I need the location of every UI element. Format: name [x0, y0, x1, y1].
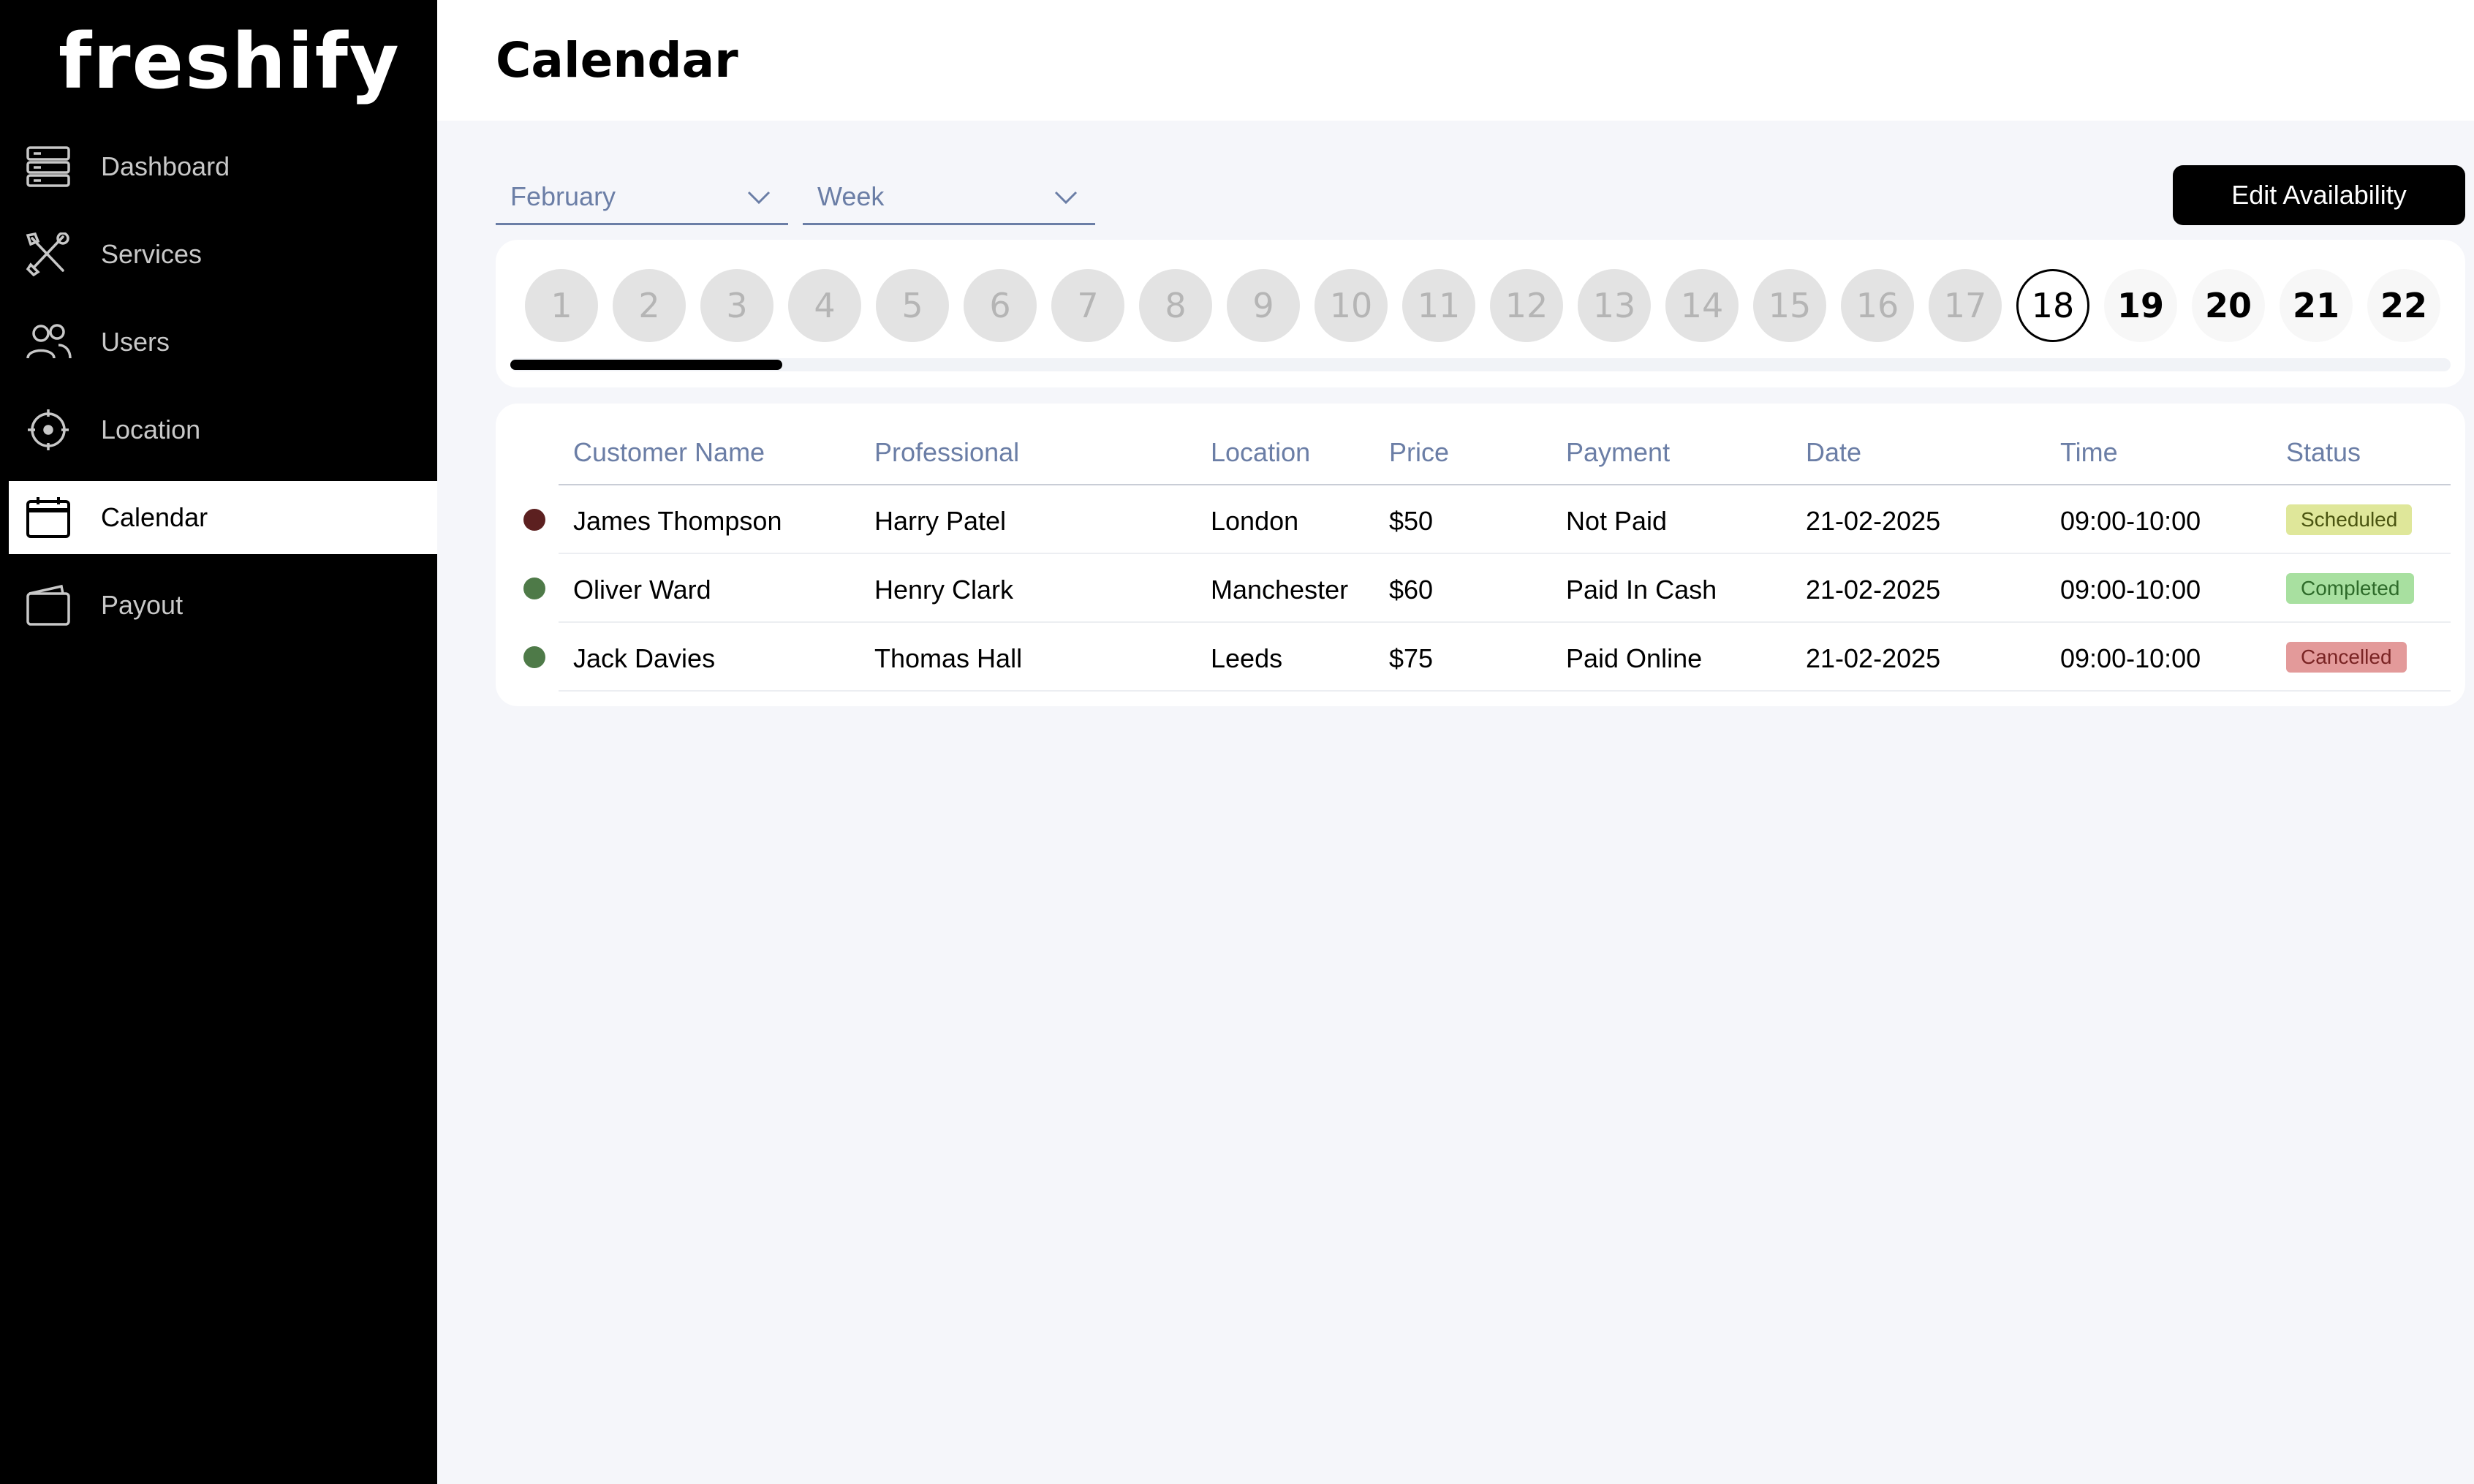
status-badge: Scheduled — [2286, 504, 2413, 535]
location-name: Manchester — [1211, 575, 1349, 605]
table-row[interactable]: Jack Davies Thomas Hall Leeds $75 Paid O… — [496, 623, 2465, 692]
sidebar-item-payout[interactable]: Payout — [9, 569, 437, 642]
day-7[interactable]: 7 — [1051, 269, 1124, 342]
column-header-professional[interactable]: Professional — [874, 437, 1019, 468]
day-19[interactable]: 19 — [2104, 269, 2177, 342]
app-logo[interactable]: freshify — [58, 18, 401, 105]
sidebar-item-location[interactable]: Location — [9, 393, 437, 466]
sidebar-item-calendar[interactable]: Calendar — [9, 481, 437, 554]
day-14[interactable]: 14 — [1665, 269, 1739, 342]
day-strip: 1 2 3 4 5 6 7 8 9 10 11 12 13 14 15 16 17 18 19 20 21 22 — [496, 240, 2465, 387]
customer-name: James Thompson — [573, 506, 782, 536]
tools-icon — [26, 232, 69, 276]
time-value: 09:00-10:00 — [2060, 643, 2201, 673]
location-name: London — [1211, 506, 1299, 536]
day-5[interactable]: 5 — [876, 269, 949, 342]
table-row[interactable]: James Thompson Harry Patel London $50 No… — [496, 485, 2465, 554]
status-dot — [523, 509, 545, 531]
wallet-icon — [26, 584, 70, 626]
day-10[interactable]: 10 — [1314, 269, 1388, 342]
professional-name: Thomas Hall — [874, 643, 1023, 673]
view-select-value: Week — [817, 181, 885, 211]
edit-availability-button[interactable]: Edit Availability — [2173, 165, 2465, 225]
column-header-date[interactable]: Date — [1806, 437, 1861, 468]
page-header: Calendar — [437, 0, 2474, 121]
day-4[interactable]: 4 — [788, 269, 861, 342]
status-dot — [523, 578, 545, 599]
time-value: 09:00-10:00 — [2060, 506, 2201, 536]
price-value: $75 — [1389, 643, 1434, 673]
column-header-status[interactable]: Status — [2286, 437, 2361, 468]
price-value: $50 — [1389, 506, 1434, 536]
month-select[interactable]: February — [496, 170, 788, 225]
date-value: 21-02-2025 — [1806, 643, 1941, 673]
day-18[interactable]: 18 — [2016, 269, 2089, 342]
chevron-down-icon — [1054, 191, 1078, 205]
sidebar-item-label: Dashboard — [101, 151, 230, 181]
dashboard-icon — [26, 146, 70, 187]
date-value: 21-02-2025 — [1806, 506, 1941, 536]
price-value: $60 — [1389, 575, 1434, 605]
day-8[interactable]: 8 — [1139, 269, 1212, 342]
month-select-value: February — [510, 181, 616, 211]
customer-name: Jack Davies — [573, 643, 716, 673]
column-header-location[interactable]: Location — [1211, 437, 1310, 468]
status-badge: Cancelled — [2286, 642, 2407, 673]
column-header-time[interactable]: Time — [2060, 437, 2118, 468]
day-13[interactable]: 13 — [1578, 269, 1651, 342]
day-17[interactable]: 17 — [1929, 269, 2002, 342]
calendar-icon — [26, 497, 70, 538]
day-20[interactable]: 20 — [2192, 269, 2265, 342]
day-21[interactable]: 21 — [2280, 269, 2353, 342]
day-11[interactable]: 11 — [1402, 269, 1475, 342]
day-22[interactable]: 22 — [2367, 269, 2440, 342]
location-target-icon — [28, 409, 69, 450]
sidebar-item-dashboard[interactable]: Dashboard — [9, 130, 437, 203]
day-1[interactable]: 1 — [525, 269, 598, 342]
day-15[interactable]: 15 — [1753, 269, 1826, 342]
table-row[interactable]: Oliver Ward Henry Clark Manchester $60 P… — [496, 554, 2465, 623]
sidebar-item-services[interactable]: Services — [9, 218, 437, 291]
day-strip-scrollbar[interactable] — [510, 358, 2451, 371]
payment-status: Paid In Cash — [1566, 575, 1717, 605]
sidebar-item-label: Payout — [101, 590, 184, 620]
sidebar: freshify Dashboard Services Users Locati… — [0, 0, 437, 1484]
column-header-customer[interactable]: Customer Name — [573, 437, 765, 468]
payment-status: Paid Online — [1566, 643, 1703, 673]
column-header-price[interactable]: Price — [1389, 437, 1449, 468]
location-name: Leeds — [1211, 643, 1283, 673]
view-select[interactable]: Week — [803, 170, 1095, 225]
sidebar-item-label: Calendar — [101, 502, 208, 532]
status-dot — [523, 646, 545, 668]
sidebar-item-label: Location — [101, 414, 201, 444]
column-header-payment[interactable]: Payment — [1566, 437, 1670, 468]
row-divider — [559, 690, 2451, 692]
status-badge: Completed — [2286, 573, 2415, 604]
sidebar-item-users[interactable]: Users — [9, 306, 437, 379]
day-16[interactable]: 16 — [1841, 269, 1914, 342]
day-3[interactable]: 3 — [700, 269, 773, 342]
users-icon — [26, 324, 72, 359]
professional-name: Harry Patel — [874, 506, 1007, 536]
customer-name: Oliver Ward — [573, 575, 711, 605]
day-6[interactable]: 6 — [964, 269, 1037, 342]
time-value: 09:00-10:00 — [2060, 575, 2201, 605]
chevron-down-icon — [747, 191, 771, 205]
day-9[interactable]: 9 — [1227, 269, 1300, 342]
day-2[interactable]: 2 — [613, 269, 686, 342]
day-12[interactable]: 12 — [1490, 269, 1563, 342]
page-title: Calendar — [496, 32, 738, 88]
appointments-table: Customer Name Professional Location Pric… — [496, 404, 2465, 706]
professional-name: Henry Clark — [874, 575, 1014, 605]
sidebar-item-label: Services — [101, 239, 203, 269]
payment-status: Not Paid — [1566, 506, 1668, 536]
day-strip-scroll-thumb[interactable] — [510, 360, 782, 370]
sidebar-item-label: Users — [101, 327, 170, 357]
date-value: 21-02-2025 — [1806, 575, 1941, 605]
